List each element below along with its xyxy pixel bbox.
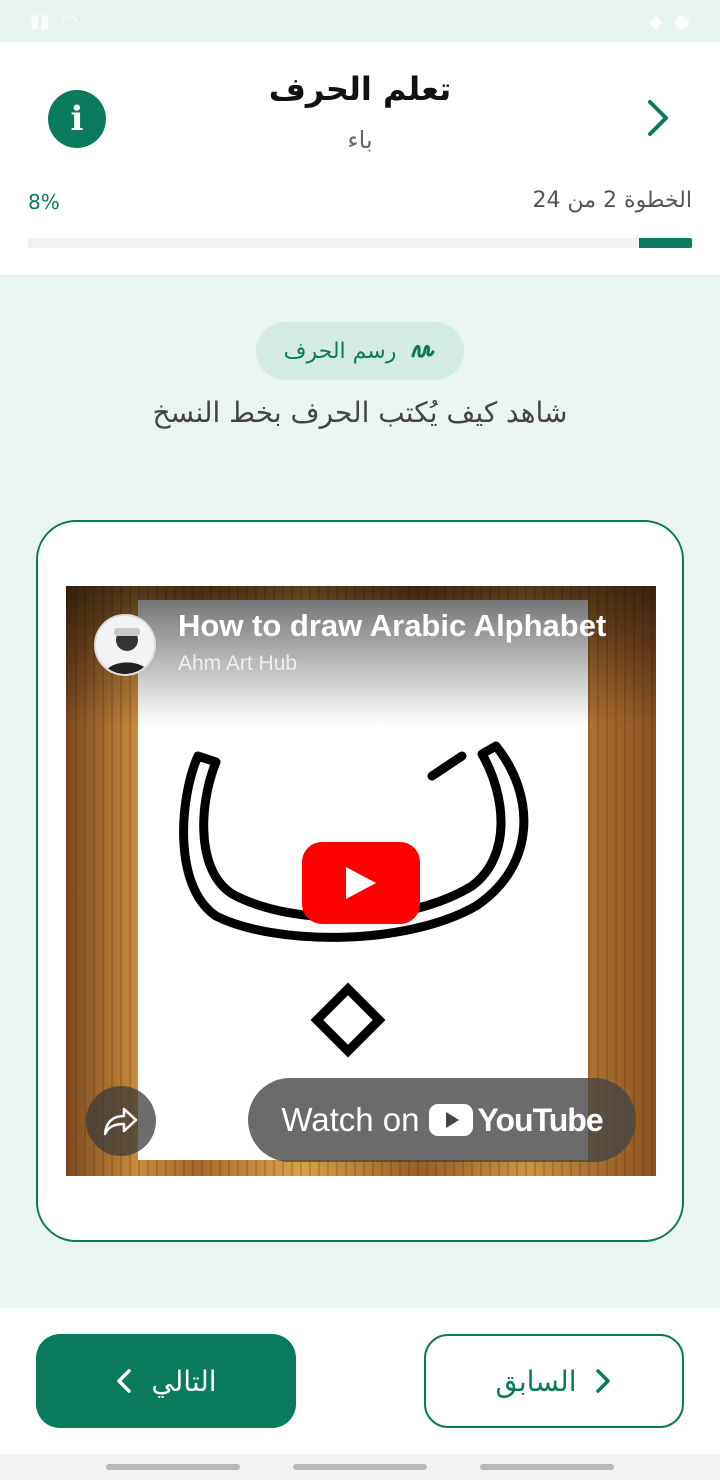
system-nav-bar — [0, 1454, 720, 1480]
previous-button[interactable]: السابق — [424, 1334, 684, 1428]
header: i تعلم الحرف باء الخطوة 2 من 24 8% — [0, 42, 720, 276]
handwriting-icon — [411, 344, 435, 358]
notification-icon: ◆ — [648, 10, 663, 32]
step-counter: الخطوة 2 من 24 — [532, 188, 692, 213]
channel-avatar[interactable] — [94, 614, 156, 676]
video-top-overlay — [66, 586, 656, 726]
youtube-icon — [428, 1104, 473, 1136]
next-button[interactable]: التالي — [36, 1334, 296, 1428]
share-button[interactable] — [86, 1086, 156, 1156]
progress-percent: 8% — [28, 190, 60, 214]
previous-label: السابق — [495, 1364, 577, 1398]
page-title: تعلم الحرف — [268, 70, 452, 108]
section-chip: رسم الحرف — [256, 322, 464, 380]
nav-recents[interactable] — [106, 1464, 240, 1470]
chevron-right-icon — [648, 100, 668, 136]
share-icon — [103, 1107, 138, 1136]
youtube-word: YouTube — [477, 1101, 604, 1138]
wifi-icon: ◠ — [61, 10, 78, 32]
video-player[interactable]: How to draw Arabic Alphabet Ahm Art Hub … — [66, 586, 656, 1176]
video-channel[interactable]: Ahm Art Hub — [178, 652, 297, 676]
status-bar: ▮▮ ◠ ◆ ● — [0, 0, 720, 42]
chevron-left-icon — [117, 1369, 132, 1393]
watch-on-youtube-button[interactable]: Watch on YouTube — [248, 1078, 636, 1162]
nav-back[interactable] — [480, 1464, 614, 1470]
play-button[interactable] — [302, 842, 420, 924]
status-left-icons: ▮▮ ◠ — [30, 11, 78, 32]
chip-label: رسم الحرف — [283, 338, 397, 364]
progress-fill — [638, 238, 692, 248]
next-label: التالي — [151, 1364, 217, 1398]
watch-on-label: Watch on — [281, 1101, 420, 1138]
instruction-text: شاهد كيف يُكتب الحرف بخط النسخ — [152, 396, 568, 429]
letter-name: باء — [347, 126, 373, 154]
nav-home[interactable] — [293, 1464, 427, 1470]
back-button[interactable] — [636, 96, 680, 140]
clock-icon: ● — [674, 10, 690, 32]
video-title[interactable]: How to draw Arabic Alphabet — [178, 608, 606, 644]
status-right-icons: ◆ ● — [648, 11, 690, 32]
progress-bar — [28, 238, 692, 248]
chevron-right-icon — [596, 1369, 611, 1393]
video-card: How to draw Arabic Alphabet Ahm Art Hub … — [36, 520, 684, 1242]
bottom-bar: التالي السابق — [0, 1308, 720, 1454]
youtube-logo: YouTube — [428, 1101, 604, 1139]
signal-icon: ▮▮ — [30, 10, 50, 32]
play-icon — [346, 867, 376, 899]
